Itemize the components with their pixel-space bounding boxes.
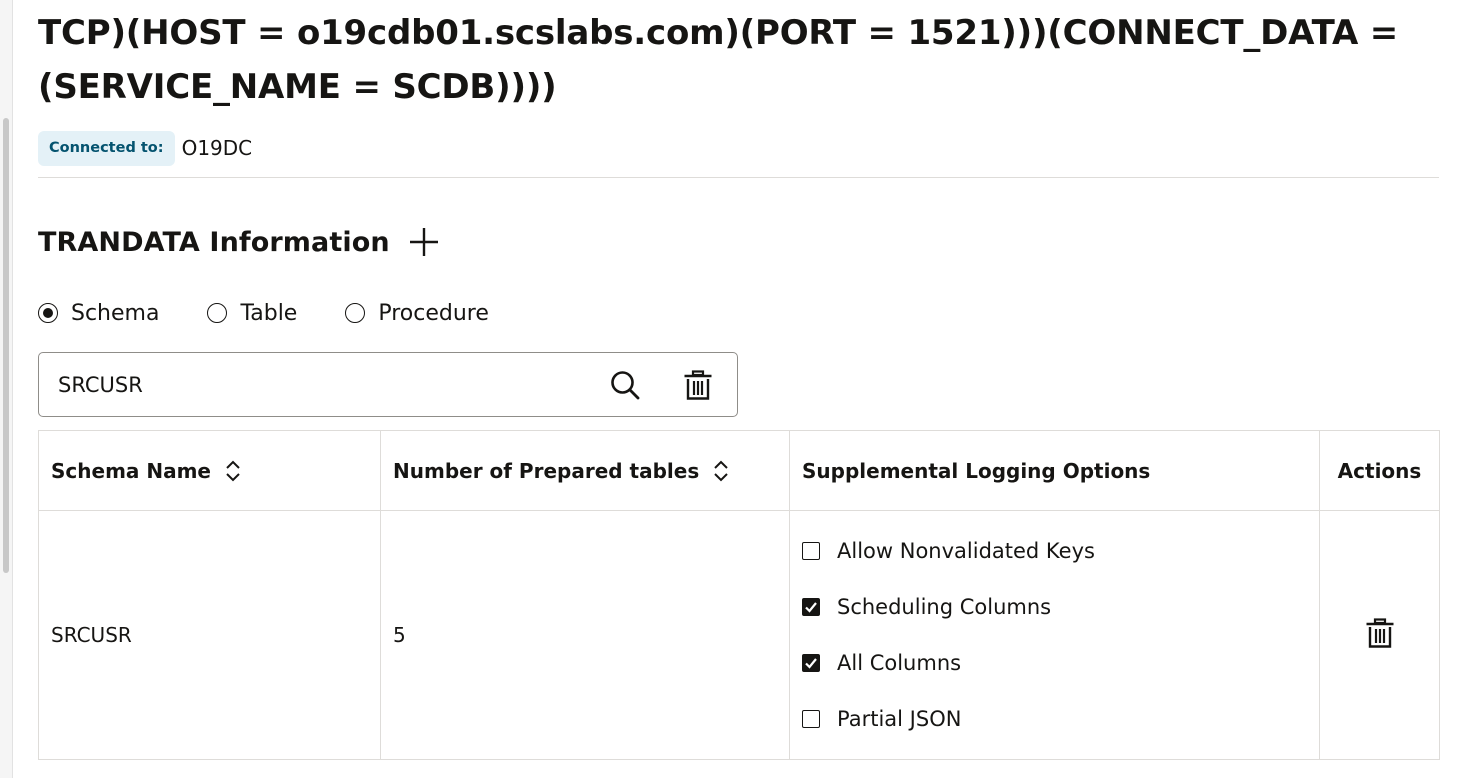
table-row: SRCUSR 5 Allow Nonvalidated Keys Schedul… [38,510,1440,760]
connected-to-row: Connected to: O19DC [38,130,252,166]
search-button[interactable] [607,367,643,403]
connection-string-line1: TCP)(HOST = o19cdb01.scslabs.com)(PORT =… [38,13,1399,53]
cell-prepared-tables: 5 [380,510,790,760]
scrollbar-thumb[interactable] [3,118,9,573]
radio-schema-circle[interactable] [38,303,58,323]
trandata-table: Schema Name Number of Prepared tables Su… [38,430,1440,760]
cell-logging-options: Allow Nonvalidated Keys Scheduling Colum… [789,510,1320,760]
delete-row-button[interactable] [1364,617,1396,649]
checkmark-icon [805,602,817,613]
column-header-schema-name[interactable]: Schema Name [38,430,381,511]
schema-search-input[interactable] [56,371,580,398]
radio-procedure-circle[interactable] [345,303,366,323]
radio-schema[interactable]: Schema [38,301,159,326]
trash-icon [1366,617,1393,648]
radio-table-label: Table [240,300,298,326]
checkmark-icon [805,658,817,669]
cell-actions [1319,510,1440,760]
option-label: Scheduling Columns [837,595,1052,619]
column-header-label: Schema Name [51,458,211,483]
search-icon [611,371,640,400]
table-header-row: Schema Name Number of Prepared tables Su… [38,430,1440,511]
option-label: All Columns [837,651,962,675]
page-scrollbar[interactable] [0,0,13,778]
column-header-label: Number of Prepared tables [393,458,700,483]
radio-schema-label: Schema [71,300,160,326]
sort-icon[interactable] [225,460,241,482]
radio-procedure[interactable]: Procedure [345,301,489,326]
checkbox[interactable] [802,598,820,616]
cell-schema-name: SRCUSR [38,510,381,760]
clear-search-button[interactable] [680,367,716,403]
radio-table-circle[interactable] [207,303,228,323]
sort-icon[interactable] [713,460,729,482]
checkbox[interactable] [802,654,820,672]
option-all-columns[interactable]: All Columns [802,635,1307,691]
column-header-prepared-tables[interactable]: Number of Prepared tables [380,430,790,511]
option-label: Allow Nonvalidated Keys [837,539,1095,563]
checkbox[interactable] [802,710,820,728]
radio-table[interactable]: Table [207,301,297,326]
option-scheduling-columns[interactable]: Scheduling Columns [802,579,1307,635]
column-header-label: Actions [1337,458,1422,483]
column-header-actions: Actions [1319,430,1440,511]
radio-procedure-label: Procedure [378,300,489,326]
trandata-header: TRANDATA Information [38,222,442,262]
trash-icon [684,370,712,400]
connection-string-title: TCP)(HOST = o19cdb01.scslabs.com)(PORT =… [38,6,1438,114]
connected-to-badge: Connected to: [38,130,175,166]
section-divider [38,177,1439,178]
plus-icon [409,228,438,256]
radio-selected-dot [43,308,53,318]
option-label: Partial JSON [837,707,962,731]
trandata-type-radio-group: Schema Table Procedure [38,294,537,332]
column-header-logging-options: Supplemental Logging Options [789,430,1320,511]
option-partial-json[interactable]: Partial JSON [802,691,1307,747]
connection-string-line2: (SERVICE_NAME = SCDB)))) [38,67,557,107]
logging-options-list: Allow Nonvalidated Keys Scheduling Colum… [802,523,1307,747]
trandata-title: TRANDATA Information [38,226,390,258]
schema-search-field [38,352,738,417]
option-allow-nonvalidated-keys[interactable]: Allow Nonvalidated Keys [802,523,1307,579]
connected-to-value: O19DC [181,136,253,160]
add-trandata-button[interactable] [406,224,442,260]
column-header-label: Supplemental Logging Options [802,458,1151,483]
checkbox[interactable] [802,542,820,560]
